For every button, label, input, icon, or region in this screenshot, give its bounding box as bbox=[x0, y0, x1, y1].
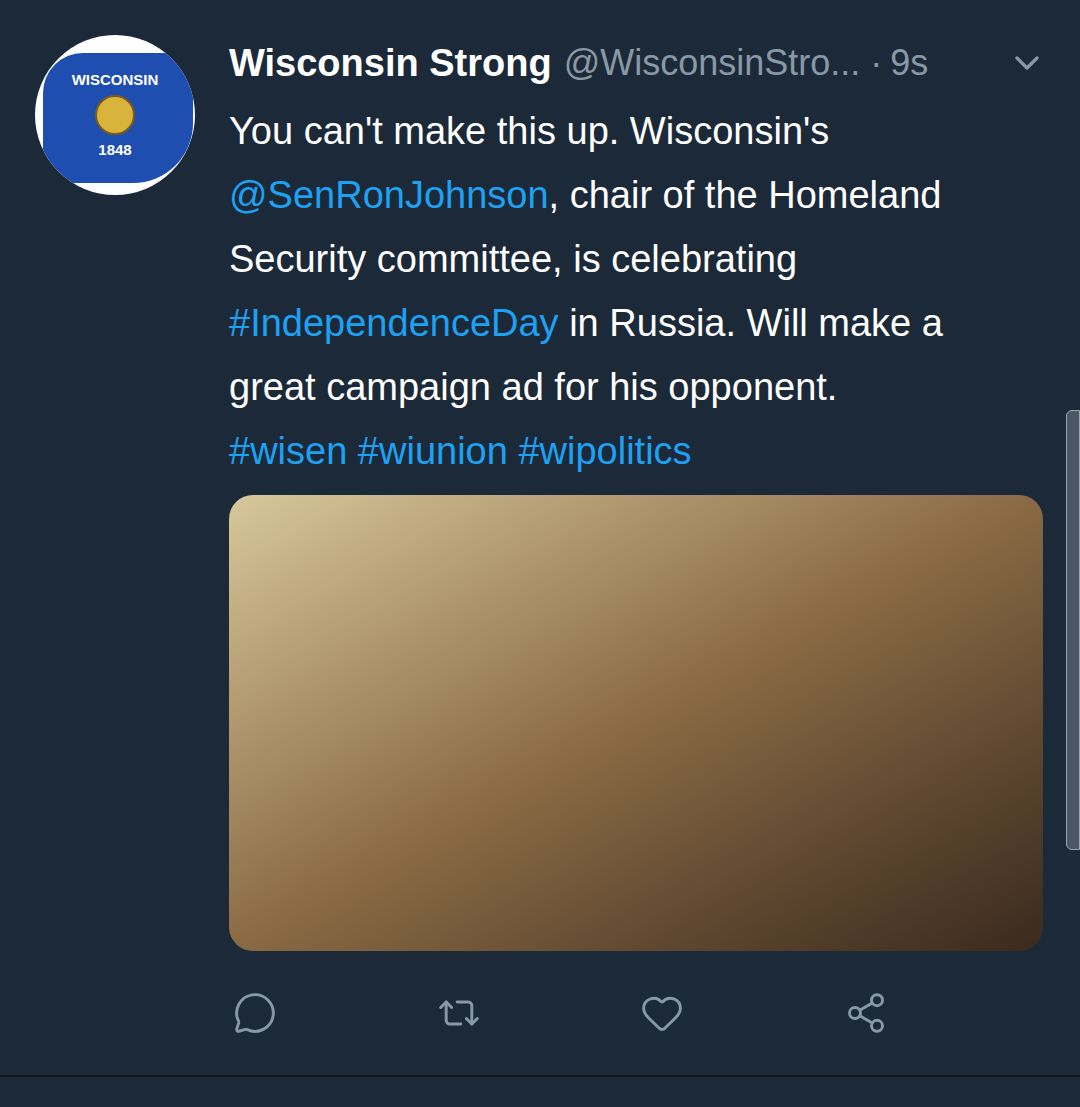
tweet-actions bbox=[229, 991, 1043, 1035]
avatar-bottom-text: 1848 bbox=[98, 141, 131, 159]
action-button[interactable] bbox=[636, 991, 840, 1035]
avatar-top-text: WISCONSIN bbox=[72, 71, 159, 89]
tweet-link[interactable]: #wipolitics bbox=[518, 430, 691, 472]
tweet-text-segment: Security committee, is celebrating bbox=[229, 238, 797, 280]
tweet-link[interactable]: #wisen bbox=[229, 430, 347, 472]
tweet-line: great campaign ad for his opponent. bbox=[229, 355, 1043, 419]
tweet-link[interactable]: @SenRonJohnson bbox=[229, 174, 549, 216]
action-button[interactable] bbox=[840, 991, 1044, 1035]
avatar[interactable]: WISCONSIN 1848 bbox=[35, 35, 195, 195]
author-handle[interactable]: @WisconsinStro... bbox=[564, 36, 861, 90]
tweet-line: #IndependenceDay in Russia. Will make a bbox=[229, 291, 1043, 355]
timestamp[interactable]: 9s bbox=[890, 36, 928, 90]
tweet-text: You can't make this up. Wisconsin's @SenR… bbox=[229, 99, 1043, 483]
like-icon[interactable] bbox=[640, 991, 684, 1035]
bottom-divider bbox=[0, 1075, 1080, 1107]
tweet-text-segment: You can't make this up. Wisconsin's bbox=[229, 110, 829, 152]
tweet-header: Wisconsin Strong@WisconsinStro...·9s bbox=[229, 35, 1043, 91]
tweet: WISCONSIN 1848 Wisconsin Strong@WisconsinS… bbox=[0, 0, 1080, 1035]
author-name[interactable]: Wisconsin Strong bbox=[229, 35, 552, 92]
tweet-text-segment: in Russia. Will make a bbox=[559, 302, 943, 344]
retweet-icon[interactable] bbox=[437, 991, 481, 1035]
tweet-text-segment: , chair of the Homeland bbox=[549, 174, 942, 216]
share-icon[interactable] bbox=[844, 991, 888, 1035]
tweet-link[interactable]: #IndependenceDay bbox=[229, 302, 559, 344]
scrollbar[interactable] bbox=[1066, 410, 1080, 850]
tweet-link[interactable]: #wiunion bbox=[358, 430, 508, 472]
tweet-text-segment bbox=[347, 430, 358, 472]
action-button[interactable] bbox=[433, 991, 637, 1035]
reply-icon[interactable] bbox=[233, 991, 277, 1035]
tweet-text-segment: great campaign ad for his opponent. bbox=[229, 366, 837, 408]
tweet-line: You can't make this up. Wisconsin's bbox=[229, 99, 1043, 163]
tweet-line: Security committee, is celebrating bbox=[229, 227, 1043, 291]
tweet-line: #wisen #wiunion #wipolitics bbox=[229, 419, 1043, 483]
chevron-down-icon[interactable] bbox=[1007, 43, 1047, 83]
seal-icon bbox=[95, 95, 135, 135]
separator: · bbox=[870, 36, 882, 90]
tweet-text-segment bbox=[508, 430, 519, 472]
tweet-media[interactable] bbox=[229, 495, 1043, 951]
tweet-line: @SenRonJohnson, chair of the Homeland bbox=[229, 163, 1043, 227]
tweet-screen: WISCONSIN 1848 Wisconsin Strong@WisconsinS… bbox=[0, 0, 1080, 1107]
tweet-body: Wisconsin Strong@WisconsinStro...·9s You … bbox=[229, 35, 1043, 1035]
action-button[interactable] bbox=[229, 991, 433, 1035]
